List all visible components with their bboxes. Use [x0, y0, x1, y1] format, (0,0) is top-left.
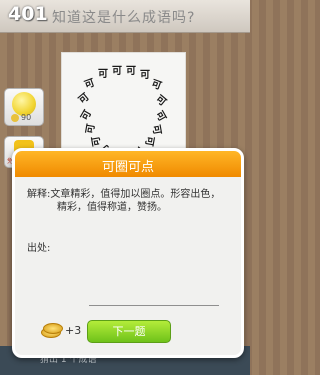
puzzle-glyph: 可 [112, 66, 122, 77]
source-label: 出处: [27, 243, 51, 254]
question-text: 知道这是什么成语吗? [52, 10, 196, 26]
coin-icon [11, 114, 19, 122]
coin-reward: +3 [65, 324, 82, 337]
level-number: 401 [8, 3, 48, 25]
puzzle-glyph: 可 [98, 69, 108, 80]
coins-icon [41, 323, 63, 338]
answer-dialog: 可圈可点 解释:文章精彩，值得加以圈点。形容出色， 精彩，值得称道，赞扬。 出处… [12, 148, 244, 358]
dialog-header: 可圈可点 [15, 151, 241, 177]
explanation-label: 解释: [27, 189, 51, 200]
divider [89, 305, 219, 306]
dialog-title: 可圈可点 [101, 160, 154, 175]
hint-cost: 90 [21, 113, 32, 122]
hint-button[interactable]: 90 [4, 88, 44, 126]
puzzle-glyph: 可 [126, 66, 136, 77]
top-bar: 401 知道这是什么成语吗? [0, 0, 250, 33]
explanation: 解释:文章精彩，值得加以圈点。形容出色， 精彩，值得称道，赞扬。 [27, 188, 233, 214]
puzzle-glyph: 可 [140, 70, 150, 81]
explanation-line-1: 文章精彩，值得加以圈点。形容出色， [50, 189, 221, 200]
explanation-line-2: 精彩，值得称道，赞扬。 [57, 202, 167, 213]
next-question-button[interactable]: 下一题 [87, 320, 171, 343]
